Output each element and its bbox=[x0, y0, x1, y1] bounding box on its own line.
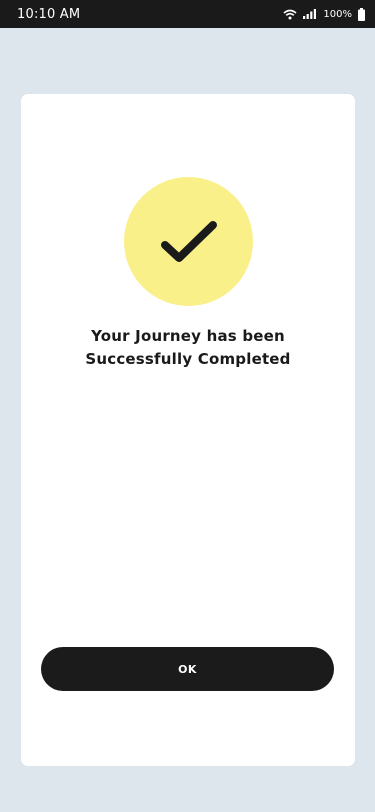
checkmark-icon bbox=[160, 220, 217, 262]
status-bar: 10:10 AM 100% bbox=[0, 0, 375, 28]
success-message-line2: Successfully Completed bbox=[85, 350, 291, 368]
status-time: 10:10 AM bbox=[17, 6, 81, 22]
battery-icon bbox=[358, 7, 365, 21]
status-indicators: 100% bbox=[283, 7, 365, 21]
success-badge bbox=[124, 177, 253, 306]
success-card: Your Journey has been Successfully Compl… bbox=[21, 94, 355, 766]
success-message-line1: Your Journey has been bbox=[91, 327, 285, 345]
ok-button[interactable]: OK bbox=[41, 647, 334, 691]
battery-percent: 100% bbox=[323, 8, 352, 20]
success-message: Your Journey has been Successfully Compl… bbox=[41, 325, 335, 371]
wifi-icon bbox=[283, 9, 297, 20]
signal-icon bbox=[303, 9, 317, 19]
